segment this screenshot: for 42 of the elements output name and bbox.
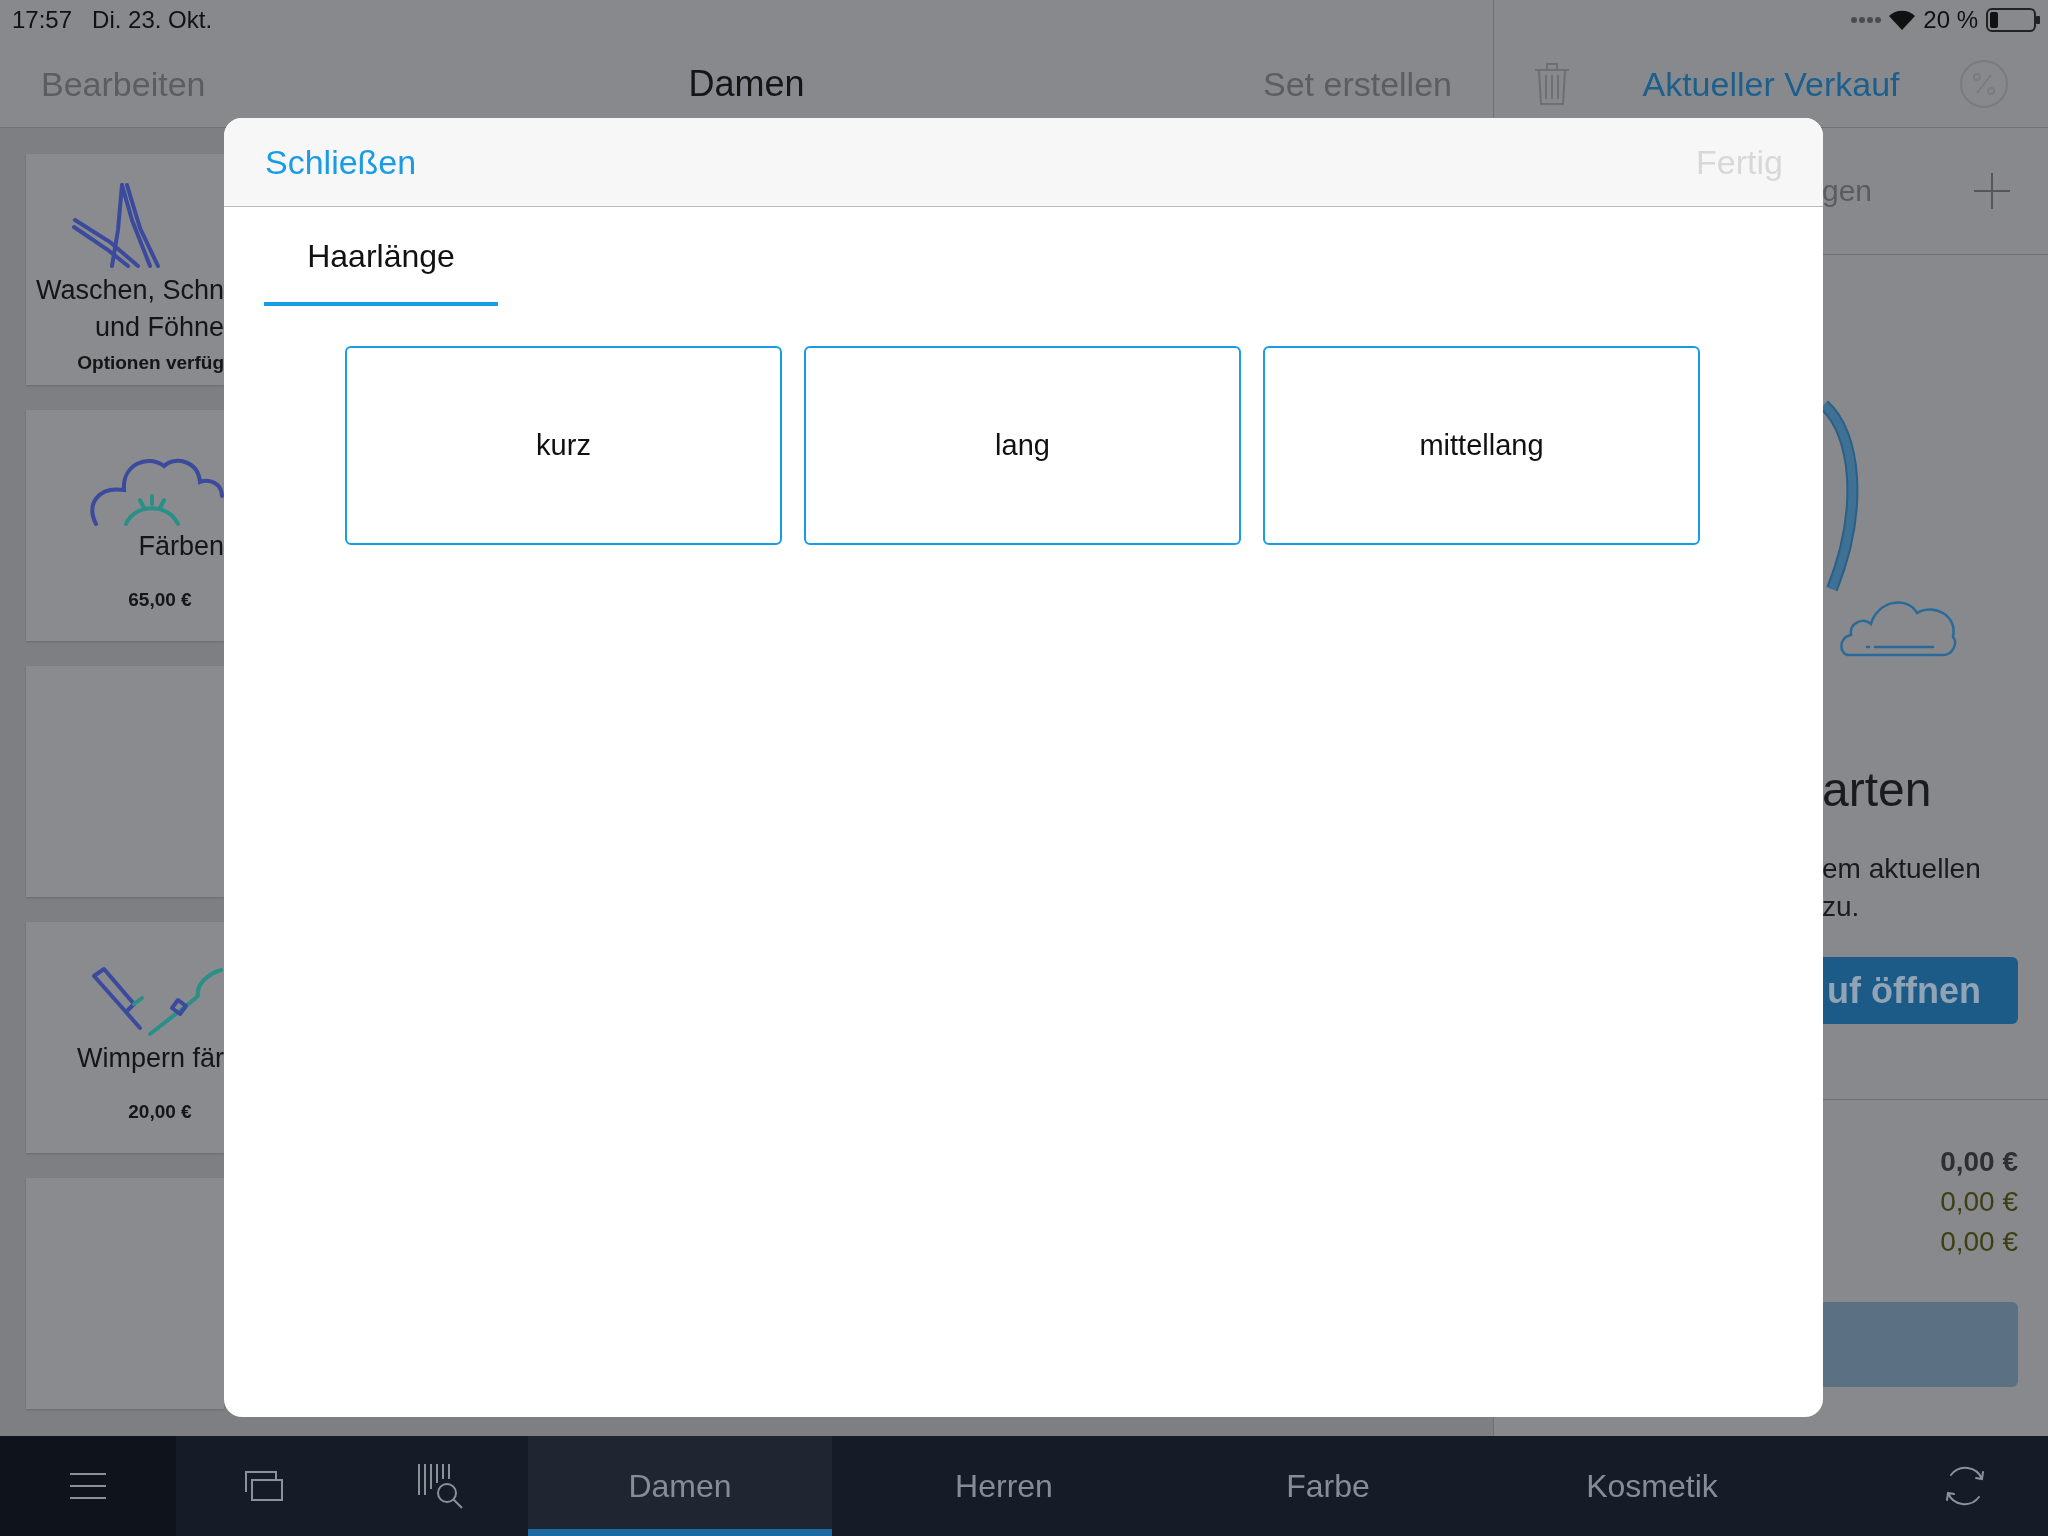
option-button[interactable]: kurz xyxy=(345,346,782,545)
total-amount: 0,00 € xyxy=(1940,1225,2018,1259)
windows-icon[interactable] xyxy=(245,1471,283,1501)
category-tab[interactable]: Damen xyxy=(528,1436,832,1536)
empty-state-title: arten xyxy=(1822,762,1932,818)
status-date: Di. 23. Okt. xyxy=(92,6,213,34)
brush-icon xyxy=(90,966,224,1038)
product-tile[interactable]: Wimpern fär 20,00 € xyxy=(26,922,224,1153)
product-tile[interactable] xyxy=(26,666,224,897)
product-tile[interactable] xyxy=(26,1178,224,1409)
status-time: 17:57 xyxy=(12,6,73,34)
nav-title: Damen xyxy=(688,62,805,105)
option-group-tab[interactable]: Haarlänge xyxy=(264,207,498,306)
close-button[interactable]: Schließen xyxy=(265,142,417,182)
product-price: 65,00 € xyxy=(127,588,193,612)
wifi-icon xyxy=(1889,10,1916,30)
plus-icon[interactable] xyxy=(1974,173,2010,209)
signal-icon xyxy=(1851,17,1882,23)
trash-icon[interactable] xyxy=(1534,62,1570,105)
empty-state-text: em aktuellen zu. xyxy=(1822,852,1981,924)
menu-icon xyxy=(70,1473,106,1499)
product-note: Optionen verfüg xyxy=(76,351,224,375)
product-name: Färben xyxy=(137,530,224,563)
battery-icon xyxy=(1986,8,2040,32)
total-amount: 0,00 € xyxy=(1940,1185,2018,1219)
total-amount: 0,00 € xyxy=(1940,1145,2018,1179)
menu-button[interactable] xyxy=(0,1436,176,1536)
product-tile[interactable]: Färben 65,00 € xyxy=(26,410,224,641)
product-name: Waschen, Schn und Föhne xyxy=(34,274,224,344)
battery-percent: 20 % xyxy=(1923,6,1978,34)
sale-title: Aktueller Verkauf xyxy=(1642,63,1900,104)
checkout-button[interactable] xyxy=(1822,1302,2018,1387)
category-tab[interactable]: Kosmetik xyxy=(1500,1436,1804,1536)
option-button[interactable]: lang xyxy=(804,346,1241,545)
product-price: 20,00 € xyxy=(127,1100,193,1124)
bars-search-icon[interactable] xyxy=(417,1463,463,1509)
option-button[interactable]: mittellang xyxy=(1263,346,1700,545)
product-name: Wimpern fär xyxy=(75,1042,224,1075)
product-tile[interactable]: Waschen, Schn und Föhne Optionen verfüg xyxy=(26,154,224,385)
category-tab[interactable]: Farbe xyxy=(1176,1436,1480,1536)
category-tab[interactable]: Herren xyxy=(852,1436,1156,1536)
open-sale-button[interactable]: uf öffnen xyxy=(1822,957,2018,1024)
